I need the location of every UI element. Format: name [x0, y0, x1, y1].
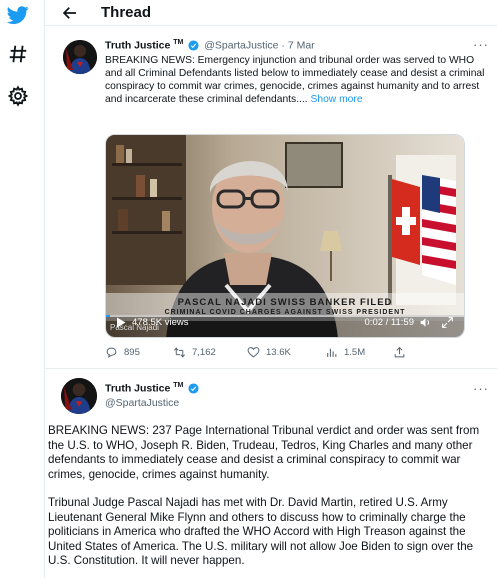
retweet-icon	[173, 347, 186, 358]
video-caption-subtitle: CRIMINAL COVID CHARGES AGAINST SWISS PRE…	[164, 309, 406, 316]
handle[interactable]: @SpartaJustice	[105, 397, 179, 409]
views-chart-icon	[327, 348, 337, 357]
more-options-icon[interactable]: ···	[473, 37, 489, 52]
handle-and-time[interactable]: @SpartaJustice · 7 Mar	[204, 40, 314, 52]
gear-icon[interactable]	[7, 85, 29, 107]
tweet2-header: Truth Justice TM	[105, 382, 201, 395]
verified-badge-icon	[188, 39, 199, 51]
view-count: 1.5M	[344, 347, 366, 358]
video-player[interactable]: PASCAL NAJADI SWISS BANKER FILED CRIMINA…	[105, 134, 465, 338]
reply-button[interactable]: 895	[105, 346, 140, 359]
thread-column: Thread Truth Justice TM @SpartaJustice ·…	[44, 0, 497, 578]
verified-badge-icon	[188, 382, 199, 394]
more-options-icon[interactable]: ···	[473, 381, 489, 396]
tweet2-paragraph-2: Tribunal Judge Pascal Najadi has met wit…	[48, 496, 474, 567]
video-caption-title: PASCAL NAJADI SWISS BANKER FILED	[177, 297, 393, 308]
tm-mark: TM	[173, 382, 184, 389]
display-name[interactable]: Truth Justice	[105, 383, 170, 395]
like-count: 13.6K	[266, 347, 291, 358]
tweet-text: BREAKING NEWS: Emergency injunction and …	[105, 55, 489, 107]
like-button[interactable]: 13.6K	[247, 346, 291, 359]
thread-header: Thread	[45, 0, 497, 26]
retweet-button[interactable]: 7,162	[173, 346, 216, 359]
retweet-count: 7,162	[192, 347, 216, 358]
share-icon	[394, 346, 405, 358]
heart-icon	[247, 347, 260, 358]
page-title: Thread	[101, 4, 152, 21]
avatar[interactable]	[61, 378, 97, 414]
tm-mark: TM	[173, 39, 184, 46]
show-more-link[interactable]: Show more	[310, 94, 362, 105]
reply-icon	[106, 347, 117, 358]
video-view-count: 478.5K views	[132, 317, 189, 328]
fullscreen-icon[interactable]	[441, 316, 454, 329]
tweet2-paragraph-1: BREAKING NEWS: 237 Page International Tr…	[48, 424, 480, 481]
back-arrow-icon[interactable]	[61, 4, 79, 22]
tweet-divider	[45, 368, 497, 369]
hashtag-icon[interactable]	[7, 43, 29, 65]
reply-count: 895	[124, 347, 140, 358]
volume-icon[interactable]	[419, 316, 432, 329]
share-button[interactable]	[393, 346, 406, 359]
play-icon[interactable]	[116, 317, 126, 328]
video-timestamp: 0:02 / 11:59	[364, 317, 414, 328]
tweet-action-bar: 895 7,162 13.6K 1.5M	[105, 346, 465, 362]
tweet-header: Truth Justice TM @SpartaJustice · 7 Mar	[105, 39, 315, 52]
twitter-bird-icon[interactable]	[7, 4, 29, 26]
tweet-text-body: BREAKING NEWS: Emergency injunction and …	[105, 55, 485, 105]
left-nav-rail	[0, 0, 36, 578]
avatar[interactable]	[63, 40, 97, 74]
display-name[interactable]: Truth Justice	[105, 40, 170, 52]
views-button[interactable]: 1.5M	[325, 346, 365, 359]
